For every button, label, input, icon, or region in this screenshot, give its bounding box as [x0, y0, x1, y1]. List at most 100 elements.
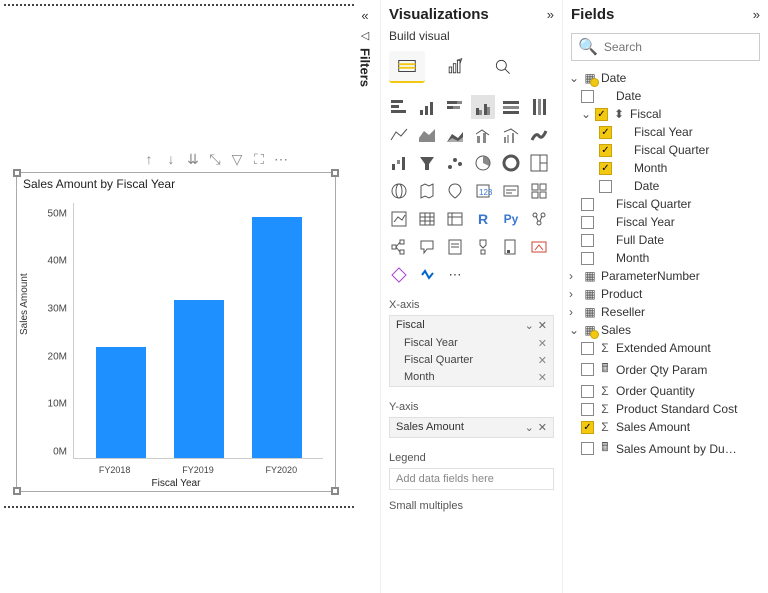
table-sales[interactable]: ⌄▦Sales [567, 321, 764, 339]
visual-gallery: 123 R Py ⋯ [381, 91, 562, 291]
table-reseller[interactable]: ›▦Reseller [567, 303, 764, 321]
x-ticks: FY2018 FY2019 FY2020 [73, 465, 323, 475]
format-visual-tab[interactable] [437, 51, 473, 83]
fields-search[interactable]: 🔍 [571, 33, 760, 61]
pie-icon[interactable] [471, 151, 495, 175]
x-tick: FY2019 [182, 465, 214, 475]
power-automate-icon[interactable] [387, 263, 411, 287]
chevron-down-icon[interactable]: ⌄ [525, 319, 534, 332]
drill-down-icon[interactable]: ↓ [162, 150, 180, 168]
hierarchy-fiscal[interactable]: ⌄✓⬍Fiscal [567, 105, 764, 123]
qa-visual-icon[interactable] [415, 235, 439, 259]
resize-handle[interactable] [331, 169, 339, 177]
chart-title: Sales Amount by Fiscal Year [17, 173, 335, 195]
share-up-icon[interactable]: ↑ [140, 150, 158, 168]
more-visuals-icon[interactable] [415, 263, 439, 287]
power-apps-icon[interactable] [527, 235, 551, 259]
waterfall-icon[interactable] [387, 151, 411, 175]
focus-icon[interactable]: ⛶ [250, 150, 268, 168]
filled-map-icon[interactable] [415, 179, 439, 203]
bar[interactable] [252, 217, 302, 458]
matrix-icon[interactable] [443, 207, 467, 231]
search-input[interactable] [604, 40, 759, 54]
table-icon[interactable] [415, 207, 439, 231]
table-product[interactable]: ›▦Product [567, 285, 764, 303]
shape-map-icon[interactable] [443, 179, 467, 203]
kpi-icon[interactable] [387, 207, 411, 231]
bar-chart-visual[interactable]: Sales Amount by Fiscal Year Sales Amount… [16, 172, 336, 492]
table-param[interactable]: ›▦ParameterNumber [567, 267, 764, 285]
python-visual-icon[interactable]: Py [499, 207, 523, 231]
scatter-icon[interactable] [443, 151, 467, 175]
filters-label[interactable]: Filters [358, 48, 373, 87]
donut-icon[interactable] [499, 151, 523, 175]
expand-icon[interactable]: ⤡ [206, 150, 224, 168]
field-fiscal-year[interactable]: ✓Fiscal Year [567, 123, 764, 141]
bar[interactable] [174, 300, 224, 458]
goals-icon[interactable] [471, 235, 495, 259]
clustered-column-icon[interactable] [471, 95, 495, 119]
yaxis-well[interactable]: Sales Amount ⌄✕ [389, 417, 554, 438]
treemap-icon[interactable] [527, 151, 551, 175]
line-chart-icon[interactable] [387, 123, 411, 147]
field-month[interactable]: ✓Month [567, 159, 764, 177]
paginated-icon[interactable] [499, 235, 523, 259]
clustered-bar-icon[interactable] [415, 95, 439, 119]
table-date[interactable]: ⌄▦Date [567, 69, 764, 87]
ellipsis-icon[interactable]: ⋯ [443, 263, 467, 287]
field-fulldate[interactable]: Full Date [567, 231, 764, 249]
stacked-area-icon[interactable] [443, 123, 467, 147]
narrative-icon[interactable] [443, 235, 467, 259]
small-multiples-label: Small multiples [381, 492, 562, 514]
fields-tree: ⌄▦Date Date ⌄✓⬍Fiscal ✓Fiscal Year ✓Fisc… [563, 67, 768, 587]
funnel-icon[interactable] [415, 151, 439, 175]
remove-icon[interactable]: ✕ [538, 371, 547, 384]
more-icon[interactable]: ⋯ [272, 150, 290, 168]
field-fq[interactable]: Fiscal Quarter [567, 195, 764, 213]
stacked-bar-icon[interactable] [387, 95, 411, 119]
field-date-leaf[interactable]: Date [567, 177, 764, 195]
remove-icon[interactable]: ✕ [538, 319, 547, 332]
well-item: Fiscal Quarter [404, 354, 473, 367]
r-visual-icon[interactable]: R [471, 207, 495, 231]
card-icon[interactable] [499, 179, 523, 203]
chevron-down-icon[interactable]: ⌄ [525, 421, 534, 434]
y-tick: 0M [53, 447, 67, 458]
field-date[interactable]: Date [567, 87, 764, 105]
hundred-column-icon[interactable] [527, 95, 551, 119]
build-visual-tab[interactable] [389, 51, 425, 83]
line-column-icon[interactable] [471, 123, 495, 147]
hundred-bar-icon[interactable] [499, 95, 523, 119]
key-influencers-icon[interactable] [527, 207, 551, 231]
collapse-viz-icon[interactable]: » [547, 7, 554, 22]
multi-card-icon[interactable] [527, 179, 551, 203]
map-icon[interactable] [387, 179, 411, 203]
line-clustered-icon[interactable] [499, 123, 523, 147]
remove-icon[interactable]: ✕ [538, 421, 547, 434]
bar[interactable] [96, 347, 146, 458]
field-fy[interactable]: Fiscal Year [567, 213, 764, 231]
field-oq[interactable]: ΣOrder Quantity [567, 382, 764, 400]
field-psc[interactable]: ΣProduct Standard Cost [567, 400, 764, 418]
remove-icon[interactable]: ✕ [538, 354, 547, 367]
legend-well[interactable]: Add data fields here [389, 468, 554, 490]
drill-all-icon[interactable]: ⇊ [184, 150, 202, 168]
xaxis-well[interactable]: Fiscal ⌄✕ Fiscal Year✕ Fiscal Quarter✕ M… [389, 315, 554, 387]
field-sales-amount[interactable]: ✓ΣSales Amount [567, 418, 764, 436]
gauge-icon[interactable]: 123 [471, 179, 495, 203]
expand-filters-icon[interactable]: « [361, 8, 368, 23]
analytics-tab[interactable] [485, 51, 521, 83]
ribbon-chart-icon[interactable] [527, 123, 551, 147]
field-month2[interactable]: Month [567, 249, 764, 267]
area-chart-icon[interactable] [415, 123, 439, 147]
field-fiscal-quarter[interactable]: ✓Fiscal Quarter [567, 141, 764, 159]
resize-handle[interactable] [13, 169, 21, 177]
collapse-fields-icon[interactable]: » [753, 7, 760, 22]
field-ext[interactable]: ΣExtended Amount [567, 339, 764, 357]
field-oqp[interactable]: 🖩Order Qty Param [567, 357, 764, 382]
field-sabd[interactable]: 🖩Sales Amount by Du… [567, 436, 764, 461]
filter-icon[interactable]: ▽ [228, 150, 246, 168]
decomposition-icon[interactable] [387, 235, 411, 259]
stacked-column-icon[interactable] [443, 95, 467, 119]
remove-icon[interactable]: ✕ [538, 337, 547, 350]
